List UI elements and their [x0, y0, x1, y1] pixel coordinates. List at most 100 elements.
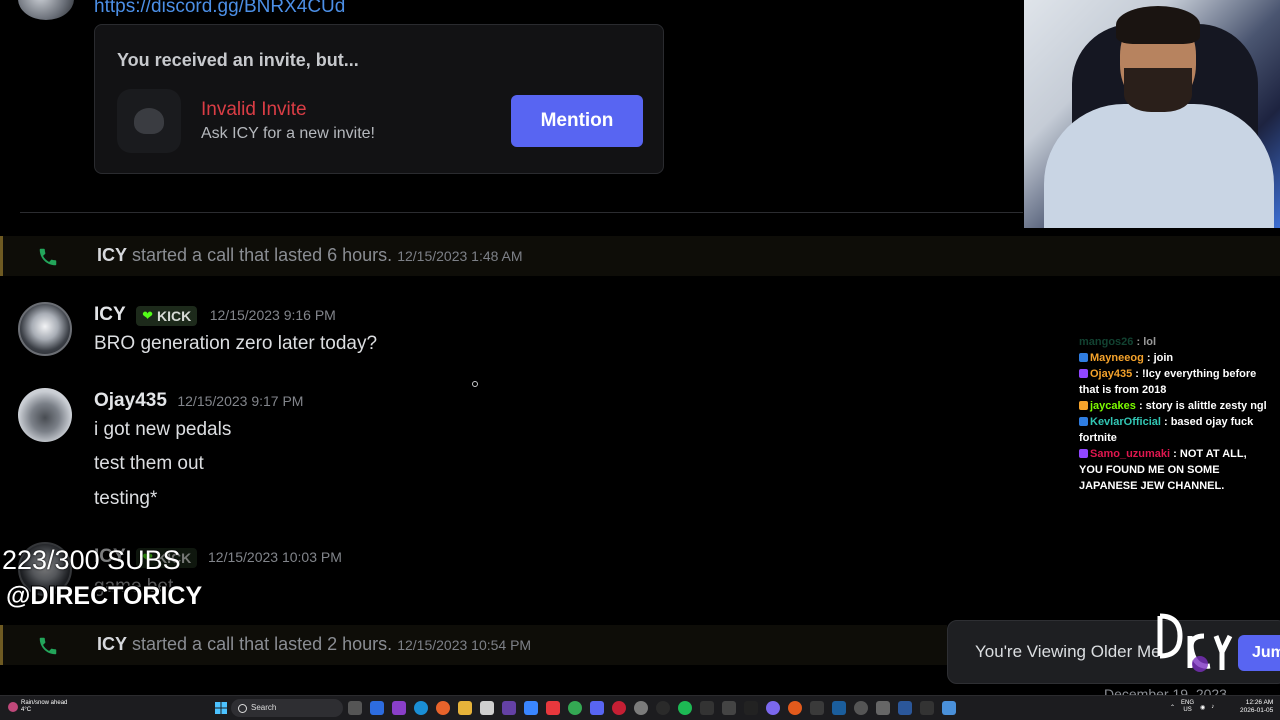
call-timestamp: 12/15/2023 10:54 PM [397, 637, 532, 653]
mention-button[interactable]: Mention [511, 95, 643, 147]
invite-title: Invalid Invite [201, 99, 307, 120]
app-icon[interactable] [634, 701, 648, 715]
chat-separator: : [1143, 352, 1154, 364]
message-content: BRO generation zero later today? [94, 333, 378, 354]
chat-message: Samo_uzumaki : NOT AT ALL, YOU FOUND ME … [1079, 446, 1269, 494]
icy-avatar[interactable] [18, 302, 72, 356]
author-avatar[interactable] [18, 0, 74, 20]
steam-icon[interactable] [832, 701, 846, 715]
divider [20, 212, 1023, 213]
heart-icon: ❤ [142, 308, 154, 323]
task-view-icon[interactable] [348, 701, 362, 715]
chat-username: mangos26 [1079, 336, 1134, 348]
app-icon[interactable] [392, 701, 406, 715]
invite-embed: You received an invite, but... Invalid I… [94, 24, 664, 174]
weather-forecast: Rain/snow ahead [21, 700, 68, 706]
chat-badge-icon [1079, 417, 1088, 426]
invalid-server-icon [117, 89, 181, 153]
message-content: test them out [94, 453, 204, 474]
taskbar-apps [348, 701, 956, 715]
chat-badge-icon [1079, 401, 1088, 410]
firefox-icon[interactable] [436, 701, 450, 715]
call-system-message: ICY started a call that lasted 6 hours. … [0, 236, 1280, 276]
phone-icon [39, 248, 57, 266]
app-icon[interactable] [524, 701, 538, 715]
chat-badge-icon [1079, 353, 1088, 362]
edge-icon[interactable] [414, 701, 428, 715]
call-author[interactable]: ICY [97, 245, 127, 265]
directoricy-logo [1157, 613, 1233, 672]
ojay-avatar[interactable] [18, 388, 72, 442]
app-icon[interactable] [546, 701, 560, 715]
invite-subtitle: Ask ICY for a new invite! [201, 125, 375, 142]
taskbar-search-label: Search [251, 703, 277, 712]
app-icon[interactable] [480, 701, 494, 715]
message-header: Ojay435 12/15/2023 9:17 PM [94, 390, 303, 412]
windows-start-icon[interactable] [215, 702, 227, 714]
opera-icon[interactable] [612, 701, 626, 715]
taskbar-clock[interactable]: 12:26 AM 2026-01-05 [1240, 699, 1273, 715]
chat-username: Ojay435 [1090, 368, 1133, 380]
chat-text: join [1153, 352, 1174, 364]
weather-temp: 4°C [21, 707, 32, 713]
message-timestamp: 12/15/2023 10:03 PM [208, 549, 342, 565]
twitch-icon[interactable] [502, 701, 516, 715]
invite-heading: You received an invite, but... [117, 50, 359, 70]
app-icon[interactable] [700, 701, 714, 715]
kick-badge: ❤ KICK [136, 306, 198, 326]
app-icon[interactable] [722, 701, 736, 715]
app-icon[interactable] [920, 701, 934, 715]
app-icon[interactable] [788, 701, 802, 715]
windows-taskbar: Rain/snow ahead 4°C Search ⌃ ENG US ◉ ♪ … [0, 695, 1280, 720]
message-author[interactable]: Ojay435 [94, 390, 167, 411]
message-content: testing* [94, 488, 158, 509]
spotify-icon[interactable] [678, 701, 692, 715]
chat-text: lol [1143, 336, 1157, 348]
chat-text: story is alittle zesty ngl [1145, 400, 1267, 412]
message-author[interactable]: ICY [94, 304, 126, 325]
chat-separator: : [1132, 368, 1142, 380]
chat-username: Samo_uzumaki [1090, 448, 1171, 460]
chat-username: Mayneeog [1090, 352, 1144, 364]
chat-separator: : [1170, 448, 1180, 460]
webcam-feed [1024, 0, 1280, 228]
app-icon[interactable] [810, 701, 824, 715]
app-icon[interactable] [744, 701, 758, 715]
clock-time: 12:26 AM [1245, 699, 1274, 706]
phone-icon [39, 637, 57, 655]
stream-chat: mangos26 : lol Mayneeog : join Ojay435 : !… [1079, 334, 1269, 494]
chat-message: Mayneeog : join [1079, 350, 1269, 366]
app-icon[interactable] [370, 701, 384, 715]
invite-link[interactable]: https://discord.gg/BNRX4CUd [94, 0, 345, 18]
obs-icon[interactable] [656, 701, 670, 715]
weather-widget[interactable]: Rain/snow ahead 4°C [8, 700, 67, 714]
message-timestamp: 12/15/2023 9:17 PM [177, 393, 304, 409]
app-icon[interactable] [898, 701, 912, 715]
app-icon[interactable] [766, 701, 780, 715]
wifi-icon[interactable]: ◉ [1200, 704, 1205, 711]
volume-icon[interactable]: ♪ [1211, 704, 1214, 710]
chat-message: Ojay435 : !Icy everything before that is… [1079, 366, 1269, 398]
jump-to-present-button[interactable]: Jum [1238, 635, 1280, 671]
chrome-icon[interactable] [568, 701, 582, 715]
kick-badge-label: KICK [157, 308, 192, 324]
mouse-cursor [472, 381, 478, 387]
discord-icon[interactable] [590, 701, 604, 715]
chat-message: jaycakes : story is alittle zesty ngl [1079, 398, 1269, 414]
chat-message: mangos26 : lol [1079, 334, 1269, 350]
message-header: ICY ❤ KICK 12/15/2023 9:16 PM [94, 304, 336, 326]
taskbar-search[interactable]: Search [231, 699, 343, 717]
chevron-up-icon[interactable]: ⌃ [1170, 704, 1175, 711]
older-messages-text: You're Viewing Older Me [975, 642, 1161, 661]
folder-icon[interactable] [458, 701, 472, 715]
subs-goal: 223/300 SUBS [2, 545, 181, 575]
channel-handle: @DIRECTORICY [5, 581, 203, 611]
app-icon[interactable] [854, 701, 868, 715]
language-indicator[interactable]: ENG US [1181, 700, 1194, 714]
app-icon[interactable] [942, 701, 956, 715]
app-icon[interactable] [876, 701, 890, 715]
call-author[interactable]: ICY [97, 634, 127, 654]
message-timestamp: 12/15/2023 9:16 PM [209, 307, 336, 323]
call-text: started a call that lasted 2 hours. [132, 634, 393, 654]
call-timestamp: 12/15/2023 1:48 AM [397, 248, 523, 264]
